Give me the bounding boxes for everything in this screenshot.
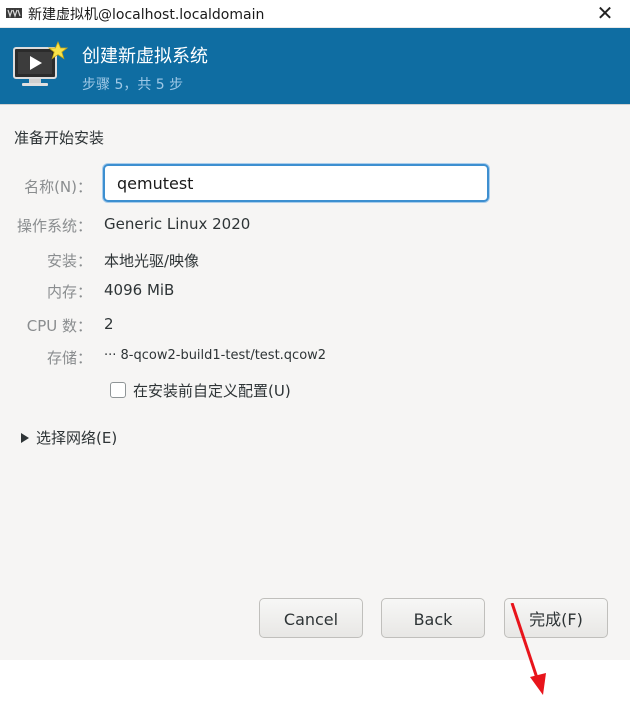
monitor-star-icon (13, 40, 68, 86)
expander-triangle-icon (21, 432, 29, 443)
customize-checkbox[interactable] (110, 382, 126, 398)
vm-app-icon (6, 8, 22, 18)
wizard-content: 准备开始安装 名称(N)： 操作系统： Generic Linux 2020 安… (0, 104, 630, 695)
window-title: 新建虚拟机@localhost.localdomain (28, 7, 265, 23)
section-heading: 准备开始安装 (14, 129, 105, 147)
cancel-button[interactable]: Cancel (259, 598, 363, 638)
wizard-header: 创建新虚拟系统 步骤 5，共 5 步 (0, 28, 630, 104)
wizard-title: 创建新虚拟系统 (82, 46, 208, 67)
memory-label: 内存： (46, 283, 92, 301)
cpu-value: 2 (104, 315, 114, 333)
memory-value: 4096 MiB (104, 281, 175, 299)
network-expander[interactable]: 选择网络(E) (20, 427, 117, 448)
wizard-step: 步骤 5，共 5 步 (82, 77, 184, 93)
window-titlebar: 新建虚拟机@localhost.localdomain ✕ (0, 0, 630, 28)
annotation-arrow (510, 603, 546, 695)
install-label: 安装： (46, 252, 92, 270)
back-button[interactable]: Back (381, 598, 485, 638)
close-icon: ✕ (596, 1, 614, 25)
customize-label: 在安装前自定义配置(U) (133, 381, 291, 400)
storage-label: 存储： (46, 349, 92, 367)
cpu-label: CPU 数： (26, 317, 92, 335)
customize-checkbox-row[interactable]: 在安装前自定义配置(U) (110, 380, 291, 400)
os-label: 操作系统： (16, 217, 92, 235)
storage-value: ··· 8-qcow2-build1-test/test.qcow2 (104, 348, 327, 363)
name-input[interactable] (103, 164, 489, 202)
install-value: 本地光驱/映像 (104, 252, 200, 270)
close-button[interactable]: ✕ (594, 2, 616, 24)
name-label: 名称(N)： (24, 178, 92, 196)
os-value: Generic Linux 2020 (104, 215, 251, 233)
network-label: 选择网络(E) (36, 429, 118, 447)
